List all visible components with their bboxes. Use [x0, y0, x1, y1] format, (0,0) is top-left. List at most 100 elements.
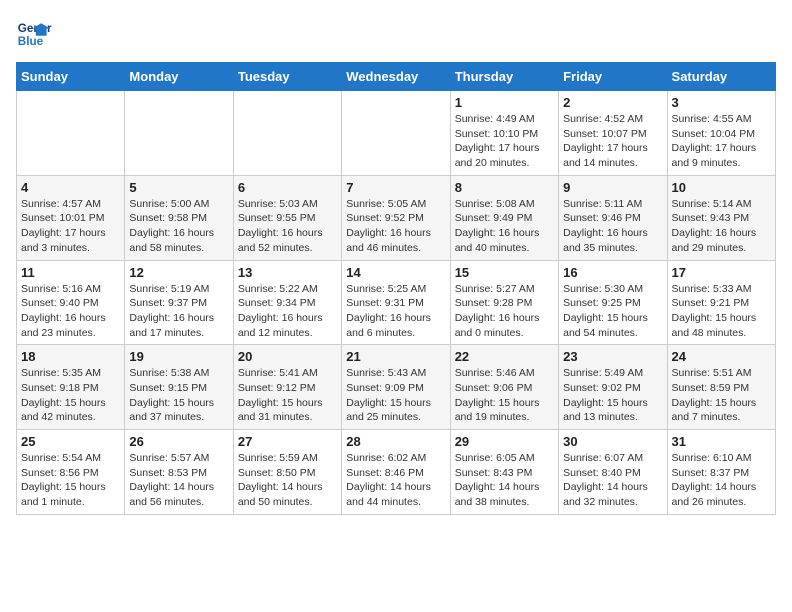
day-info: Sunrise: 5:05 AM Sunset: 9:52 PM Dayligh…	[346, 197, 445, 256]
weekday-header-cell: Thursday	[450, 63, 558, 91]
day-info: Sunrise: 5:27 AM Sunset: 9:28 PM Dayligh…	[455, 282, 554, 341]
calendar-day-cell	[342, 91, 450, 176]
calendar-day-cell: 14 Sunrise: 5:25 AM Sunset: 9:31 PM Dayli…	[342, 260, 450, 345]
day-info: Sunrise: 6:02 AM Sunset: 8:46 PM Dayligh…	[346, 451, 445, 510]
calendar-day-cell: 17 Sunrise: 5:33 AM Sunset: 9:21 PM Dayli…	[667, 260, 775, 345]
day-number: 12	[129, 265, 228, 280]
day-info: Sunrise: 5:14 AM Sunset: 9:43 PM Dayligh…	[672, 197, 771, 256]
day-number: 11	[21, 265, 120, 280]
day-number: 19	[129, 349, 228, 364]
logo-icon: General Blue	[16, 16, 52, 52]
day-number: 17	[672, 265, 771, 280]
day-info: Sunrise: 4:57 AM Sunset: 10:01 PM Daylig…	[21, 197, 120, 256]
day-number: 6	[238, 180, 337, 195]
svg-text:General: General	[18, 22, 52, 35]
day-info: Sunrise: 5:41 AM Sunset: 9:12 PM Dayligh…	[238, 366, 337, 425]
calendar-day-cell: 7 Sunrise: 5:05 AM Sunset: 9:52 PM Daylig…	[342, 175, 450, 260]
day-number: 25	[21, 434, 120, 449]
calendar-day-cell: 9 Sunrise: 5:11 AM Sunset: 9:46 PM Daylig…	[559, 175, 667, 260]
calendar-day-cell: 22 Sunrise: 5:46 AM Sunset: 9:06 PM Dayli…	[450, 345, 558, 430]
calendar-day-cell: 6 Sunrise: 5:03 AM Sunset: 9:55 PM Daylig…	[233, 175, 341, 260]
calendar-day-cell: 20 Sunrise: 5:41 AM Sunset: 9:12 PM Dayli…	[233, 345, 341, 430]
calendar-day-cell: 1 Sunrise: 4:49 AM Sunset: 10:10 PM Dayli…	[450, 91, 558, 176]
calendar-day-cell: 25 Sunrise: 5:54 AM Sunset: 8:56 PM Dayli…	[17, 430, 125, 515]
day-info: Sunrise: 4:52 AM Sunset: 10:07 PM Daylig…	[563, 112, 662, 171]
day-number: 15	[455, 265, 554, 280]
calendar-day-cell	[233, 91, 341, 176]
day-info: Sunrise: 5:22 AM Sunset: 9:34 PM Dayligh…	[238, 282, 337, 341]
day-info: Sunrise: 4:49 AM Sunset: 10:10 PM Daylig…	[455, 112, 554, 171]
day-number: 1	[455, 95, 554, 110]
day-info: Sunrise: 5:57 AM Sunset: 8:53 PM Dayligh…	[129, 451, 228, 510]
day-number: 21	[346, 349, 445, 364]
calendar-day-cell: 19 Sunrise: 5:38 AM Sunset: 9:15 PM Dayli…	[125, 345, 233, 430]
calendar-day-cell: 26Sunrise: 5:57 AM Sunset: 8:53 PM Dayli…	[125, 430, 233, 515]
day-info: Sunrise: 5:25 AM Sunset: 9:31 PM Dayligh…	[346, 282, 445, 341]
calendar-day-cell: 24Sunrise: 5:51 AM Sunset: 8:59 PM Dayli…	[667, 345, 775, 430]
calendar-week-row: 1 Sunrise: 4:49 AM Sunset: 10:10 PM Dayli…	[17, 91, 776, 176]
calendar-day-cell: 28 Sunrise: 6:02 AM Sunset: 8:46 PM Dayli…	[342, 430, 450, 515]
weekday-header-row: SundayMondayTuesdayWednesdayThursdayFrid…	[17, 63, 776, 91]
calendar-day-cell: 30 Sunrise: 6:07 AM Sunset: 8:40 PM Dayli…	[559, 430, 667, 515]
calendar-body: 1 Sunrise: 4:49 AM Sunset: 10:10 PM Dayli…	[17, 91, 776, 515]
calendar-table: SundayMondayTuesdayWednesdayThursdayFrid…	[16, 62, 776, 515]
calendar-week-row: 11 Sunrise: 5:16 AM Sunset: 9:40 PM Dayli…	[17, 260, 776, 345]
day-info: Sunrise: 5:49 AM Sunset: 9:02 PM Dayligh…	[563, 366, 662, 425]
day-number: 28	[346, 434, 445, 449]
day-info: Sunrise: 5:11 AM Sunset: 9:46 PM Dayligh…	[563, 197, 662, 256]
calendar-day-cell: 29 Sunrise: 6:05 AM Sunset: 8:43 PM Dayli…	[450, 430, 558, 515]
calendar-day-cell: 23Sunrise: 5:49 AM Sunset: 9:02 PM Dayli…	[559, 345, 667, 430]
header: General Blue	[16, 16, 776, 52]
day-number: 5	[129, 180, 228, 195]
calendar-day-cell: 15 Sunrise: 5:27 AM Sunset: 9:28 PM Dayli…	[450, 260, 558, 345]
day-number: 2	[563, 95, 662, 110]
day-info: Sunrise: 5:38 AM Sunset: 9:15 PM Dayligh…	[129, 366, 228, 425]
day-info: Sunrise: 6:10 AM Sunset: 8:37 PM Dayligh…	[672, 451, 771, 510]
weekday-header-cell: Sunday	[17, 63, 125, 91]
day-info: Sunrise: 5:35 AM Sunset: 9:18 PM Dayligh…	[21, 366, 120, 425]
day-info: Sunrise: 5:54 AM Sunset: 8:56 PM Dayligh…	[21, 451, 120, 510]
day-number: 13	[238, 265, 337, 280]
calendar-day-cell: 18 Sunrise: 5:35 AM Sunset: 9:18 PM Dayli…	[17, 345, 125, 430]
day-number: 9	[563, 180, 662, 195]
calendar-week-row: 4 Sunrise: 4:57 AM Sunset: 10:01 PM Dayli…	[17, 175, 776, 260]
day-number: 27	[238, 434, 337, 449]
day-number: 18	[21, 349, 120, 364]
day-number: 3	[672, 95, 771, 110]
day-info: Sunrise: 5:33 AM Sunset: 9:21 PM Dayligh…	[672, 282, 771, 341]
day-number: 22	[455, 349, 554, 364]
calendar-day-cell	[17, 91, 125, 176]
weekday-header-cell: Monday	[125, 63, 233, 91]
calendar-day-cell: 12Sunrise: 5:19 AM Sunset: 9:37 PM Dayli…	[125, 260, 233, 345]
day-info: Sunrise: 5:03 AM Sunset: 9:55 PM Dayligh…	[238, 197, 337, 256]
calendar-day-cell: 3Sunrise: 4:55 AM Sunset: 10:04 PM Dayli…	[667, 91, 775, 176]
calendar-day-cell: 8Sunrise: 5:08 AM Sunset: 9:49 PM Daylig…	[450, 175, 558, 260]
day-number: 8	[455, 180, 554, 195]
day-info: Sunrise: 5:43 AM Sunset: 9:09 PM Dayligh…	[346, 366, 445, 425]
day-info: Sunrise: 6:07 AM Sunset: 8:40 PM Dayligh…	[563, 451, 662, 510]
calendar-day-cell: 21 Sunrise: 5:43 AM Sunset: 9:09 PM Dayli…	[342, 345, 450, 430]
calendar-week-row: 18 Sunrise: 5:35 AM Sunset: 9:18 PM Dayli…	[17, 345, 776, 430]
day-number: 30	[563, 434, 662, 449]
calendar-day-cell	[125, 91, 233, 176]
calendar-week-row: 25 Sunrise: 5:54 AM Sunset: 8:56 PM Dayli…	[17, 430, 776, 515]
calendar-day-cell: 16Sunrise: 5:30 AM Sunset: 9:25 PM Dayli…	[559, 260, 667, 345]
calendar-day-cell: 27 Sunrise: 5:59 AM Sunset: 8:50 PM Dayli…	[233, 430, 341, 515]
calendar-day-cell: 4 Sunrise: 4:57 AM Sunset: 10:01 PM Dayli…	[17, 175, 125, 260]
calendar-day-cell: 2 Sunrise: 4:52 AM Sunset: 10:07 PM Dayli…	[559, 91, 667, 176]
day-info: Sunrise: 5:16 AM Sunset: 9:40 PM Dayligh…	[21, 282, 120, 341]
day-info: Sunrise: 6:05 AM Sunset: 8:43 PM Dayligh…	[455, 451, 554, 510]
day-info: Sunrise: 5:59 AM Sunset: 8:50 PM Dayligh…	[238, 451, 337, 510]
day-number: 7	[346, 180, 445, 195]
day-number: 4	[21, 180, 120, 195]
day-number: 29	[455, 434, 554, 449]
day-info: Sunrise: 5:00 AM Sunset: 9:58 PM Dayligh…	[129, 197, 228, 256]
weekday-header-cell: Friday	[559, 63, 667, 91]
calendar-day-cell: 11 Sunrise: 5:16 AM Sunset: 9:40 PM Dayli…	[17, 260, 125, 345]
day-info: Sunrise: 5:46 AM Sunset: 9:06 PM Dayligh…	[455, 366, 554, 425]
day-number: 24	[672, 349, 771, 364]
day-number: 14	[346, 265, 445, 280]
weekday-header-cell: Tuesday	[233, 63, 341, 91]
day-number: 31	[672, 434, 771, 449]
day-number: 20	[238, 349, 337, 364]
